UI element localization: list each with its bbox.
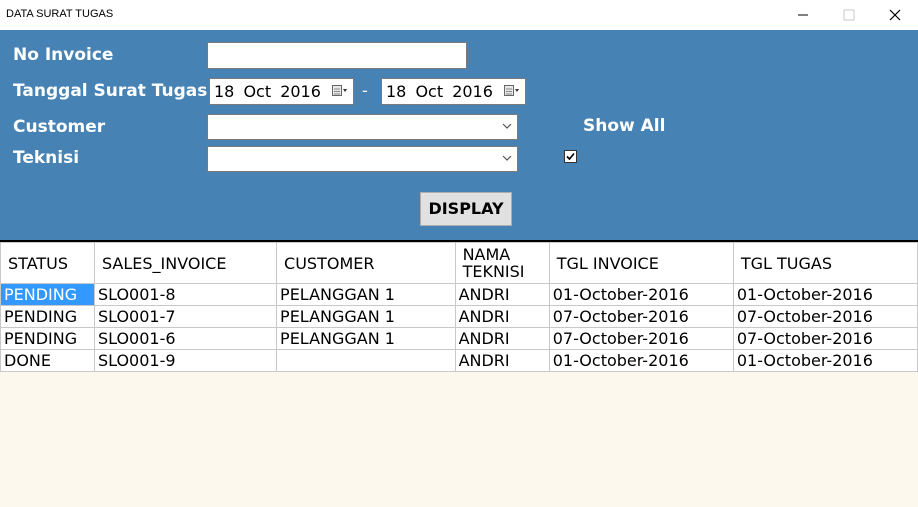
date-to-picker[interactable]: 18 Oct 2016 (381, 78, 526, 105)
cell-sales-invoice[interactable]: SLO001-8 (93, 283, 278, 306)
column-header-nama-teknisi-label: NAMA TEKNISI (462, 245, 525, 281)
chevron-down-icon[interactable] (500, 149, 514, 167)
cell-tgl-invoice[interactable]: 07-October-2016 (548, 327, 734, 350)
header-row: STATUS SALES_INVOICE CUSTOMER NAMA TEKNI… (0, 242, 918, 284)
cell-status[interactable]: PENDING (0, 327, 95, 350)
teknisi-label: Teknisi (13, 148, 80, 168)
date-to-value: 18 Oct 2016 (386, 82, 493, 101)
cell-customer[interactable]: PELANGGAN 1 (276, 283, 456, 306)
table-row[interactable]: DONE SLO001-9 ANDRI 01-October-2016 01-O… (0, 349, 918, 372)
column-header-tgl-tugas[interactable]: TGL TUGAS (732, 242, 918, 284)
date-from-value: 18 Oct 2016 (214, 82, 321, 101)
column-header-customer[interactable]: CUSTOMER (276, 242, 456, 284)
checkmark-icon (566, 152, 575, 161)
table-row[interactable]: PENDING SLO001-6 PELANGGAN 1 ANDRI 07-Oc… (0, 327, 918, 350)
cell-sales-invoice[interactable]: SLO001-7 (93, 305, 278, 328)
column-header-sales-invoice[interactable]: SALES_INVOICE (93, 242, 278, 284)
column-header-nama-teknisi[interactable]: NAMA TEKNISI (454, 242, 550, 284)
cell-customer[interactable]: PELANGGAN 1 (276, 327, 456, 350)
cell-tgl-tugas[interactable]: 01-October-2016 (732, 349, 918, 372)
maximize-button[interactable] (826, 0, 872, 30)
close-button[interactable] (872, 0, 918, 30)
show-all-checkbox[interactable] (564, 150, 577, 163)
calendar-dropdown-icon[interactable] (332, 85, 348, 97)
window-title: DATA SURAT TUGAS (6, 8, 114, 20)
cell-status[interactable]: DONE (0, 349, 95, 372)
calendar-dropdown-icon[interactable] (504, 85, 520, 97)
cell-tgl-invoice[interactable]: 01-October-2016 (548, 349, 734, 372)
cell-nama-teknisi[interactable]: ANDRI (454, 327, 550, 350)
cell-tgl-tugas[interactable]: 07-October-2016 (732, 305, 918, 328)
data-grid[interactable]: STATUS SALES_INVOICE CUSTOMER NAMA TEKNI… (0, 242, 918, 374)
date-from-picker[interactable]: 18 Oct 2016 (209, 78, 354, 105)
cell-customer[interactable] (276, 349, 456, 372)
customer-dropdown[interactable] (207, 114, 518, 140)
teknisi-dropdown[interactable] (207, 146, 518, 172)
cell-tgl-invoice[interactable]: 01-October-2016 (548, 283, 734, 306)
cell-tgl-invoice[interactable]: 07-October-2016 (548, 305, 734, 328)
cell-customer[interactable]: PELANGGAN 1 (276, 305, 456, 328)
cell-nama-teknisi[interactable]: ANDRI (454, 349, 550, 372)
cell-nama-teknisi[interactable]: ANDRI (454, 305, 550, 328)
cell-status[interactable]: PENDING (0, 283, 95, 306)
data-table: STATUS SALES_INVOICE CUSTOMER NAMA TEKNI… (0, 242, 918, 372)
cell-nama-teknisi[interactable]: ANDRI (454, 283, 550, 306)
cell-tgl-tugas[interactable]: 01-October-2016 (732, 283, 918, 306)
no-invoice-label: No Invoice (13, 45, 114, 65)
maximize-icon (843, 9, 855, 21)
tanggal-surat-tugas-label: Tanggal Surat Tugas (13, 81, 208, 101)
minimize-button[interactable] (780, 0, 826, 30)
no-invoice-input[interactable] (207, 42, 467, 69)
table-row[interactable]: PENDING SLO001-7 PELANGGAN 1 ANDRI 07-Oc… (0, 305, 918, 328)
cell-sales-invoice[interactable]: SLO001-9 (93, 349, 278, 372)
show-all-label[interactable]: Show All (583, 116, 665, 136)
customer-label: Customer (13, 117, 106, 137)
cell-status[interactable]: PENDING (0, 305, 95, 328)
minimize-icon (798, 14, 808, 16)
column-header-status[interactable]: STATUS (0, 242, 95, 284)
column-header-tgl-invoice[interactable]: TGL INVOICE (548, 242, 734, 284)
title-bar: DATA SURAT TUGAS (0, 0, 918, 30)
table-row[interactable]: PENDING SLO001-8 PELANGGAN 1 ANDRI 01-Oc… (0, 283, 918, 306)
cell-sales-invoice[interactable]: SLO001-6 (93, 327, 278, 350)
close-icon (889, 9, 901, 21)
cell-tgl-tugas[interactable]: 07-October-2016 (732, 327, 918, 350)
display-button[interactable]: DISPLAY (420, 192, 512, 226)
chevron-down-icon[interactable] (500, 117, 514, 135)
date-range-separator: - (362, 81, 368, 100)
